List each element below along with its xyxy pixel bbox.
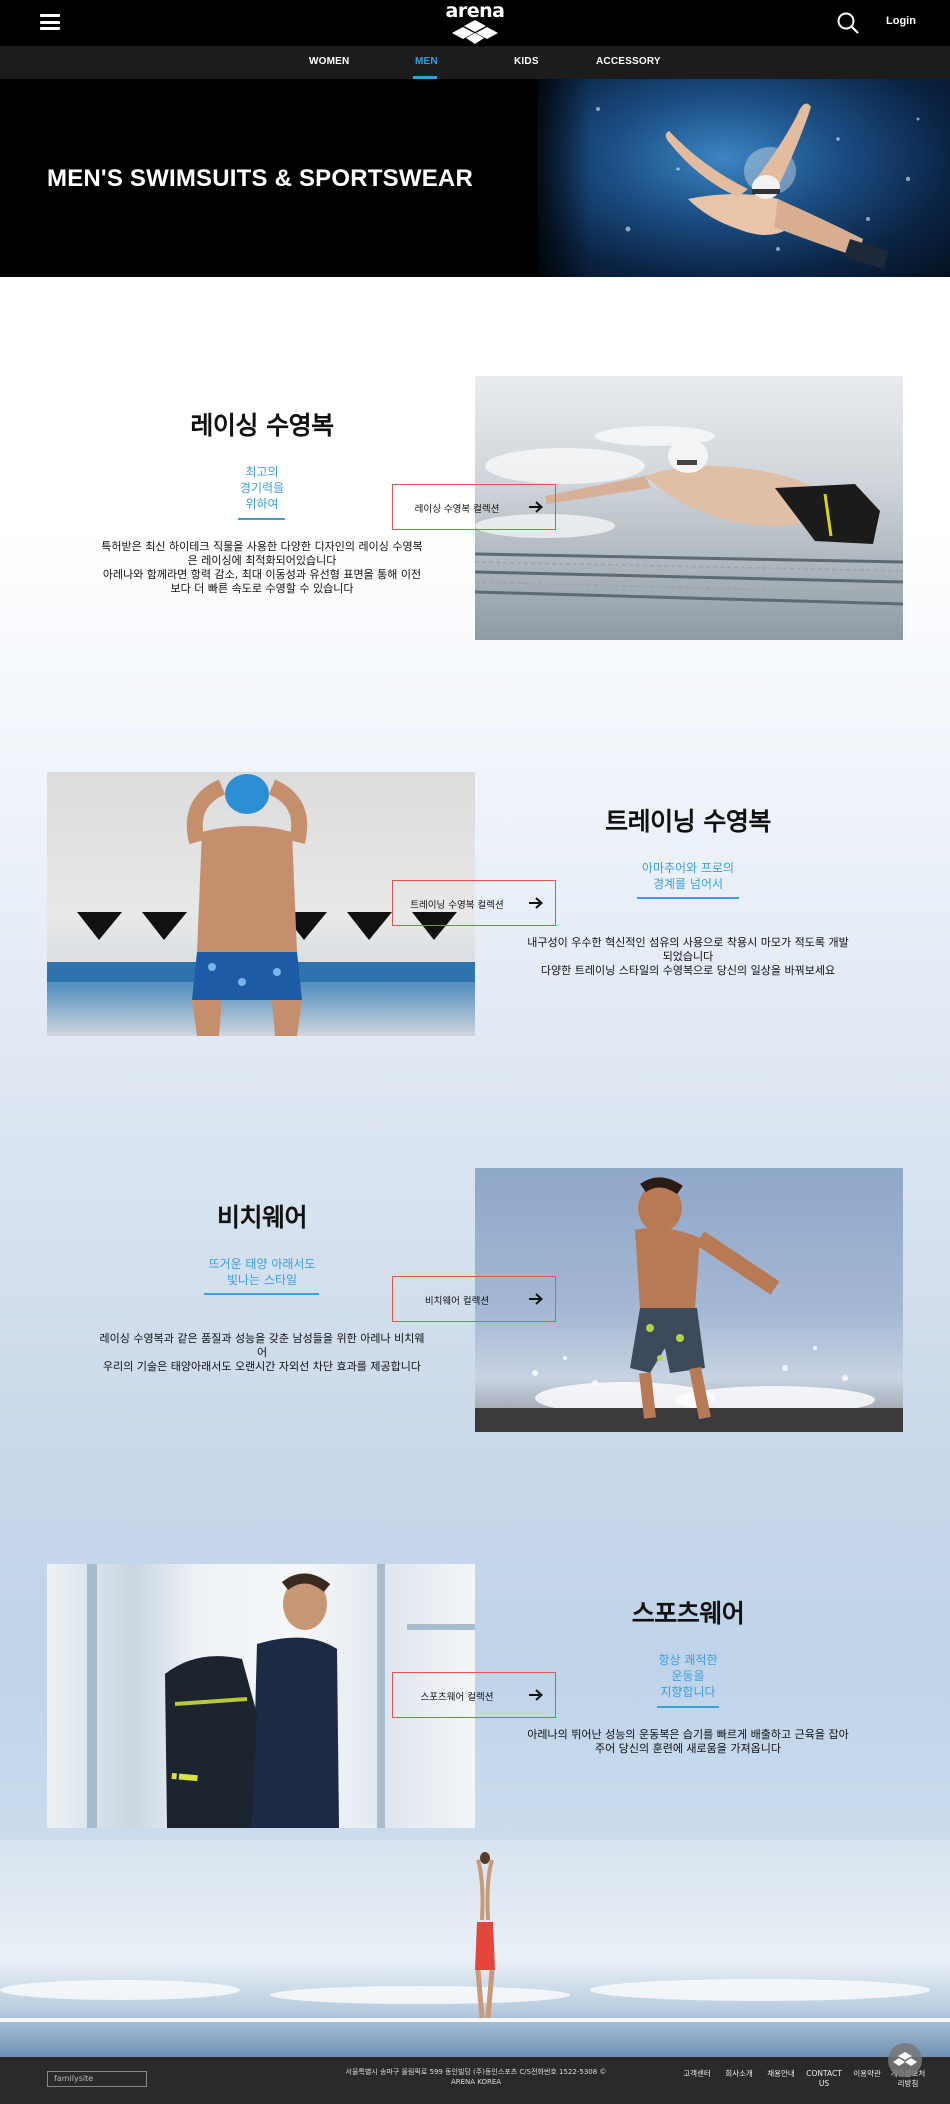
logo-diamond-icon [452,20,498,44]
arrow-right-icon [529,1689,543,1701]
page-title: MEN'S SWIMSUITS & SPORTSWEAR [47,165,473,192]
nav-accessory[interactable]: ACCESSORY [596,56,661,67]
section-description-beachwear: 레이싱 수영복과 같은 품질과 성능을 갖춘 남성들을 위한 아레나 비치웨 어… [99,1332,425,1373]
footer-link-customer-center[interactable]: 고객센터 [680,2069,714,2079]
footer-link-careers[interactable]: 채용안내 [764,2069,798,2079]
section-description-racing: 특허받은 최신 하이테크 직물을 사용한 다양한 디자인의 레이싱 수영복 은 … [101,540,423,595]
section-divider [657,1706,719,1708]
site-footer: familysite 서울특별시 송파구 올림픽로 599 동인빌딩 (주)동인… [0,2057,950,2104]
company-address: 서울특별시 송파구 올림픽로 599 동인빌딩 (주)동인스포츠 C/S전화번호… [345,2068,607,2086]
logo-text: arena [445,0,505,22]
scroll-top-button[interactable] [888,2043,922,2077]
login-link[interactable]: Login [886,15,916,27]
category-nav: WOMEN MEN KIDS ACCESSORY [0,46,950,79]
arrow-right-icon [529,897,543,909]
footer-link-contact[interactable]: CONTACT US [804,2069,844,2089]
racing-collection-button[interactable]: 레이싱 수영복 컬렉션 [392,484,556,530]
footer-link-terms[interactable]: 이용약관 [850,2069,884,2079]
hero-banner: MEN'S SWIMSUITS & SPORTSWEAR [0,79,950,277]
familysite-select[interactable]: familysite [47,2071,147,2087]
arrow-right-icon [529,1293,543,1305]
section-divider [238,518,285,520]
section-title-training: 트레이닝 수영복 [605,807,771,836]
arrow-right-icon [529,501,543,513]
header-bar: arena Login [0,0,950,46]
section-description-sportswear: 아레나의 뛰어난 성능의 운동복은 습기를 빠르게 배출하고 근육을 잡아 주어… [527,1728,849,1755]
brand-logo[interactable]: arena [440,0,510,46]
section-description-training: 내구성이 우수한 혁신적인 섬유의 사용으로 착용시 마모가 적도록 개발 되었… [527,936,849,977]
footer-link-about[interactable]: 회사소개 [722,2069,756,2079]
nav-men[interactable]: MEN [415,56,438,67]
beachwear-collection-button[interactable]: 비치웨어 컬렉션 [392,1276,556,1322]
section-title-beachwear: 비치웨어 [216,1203,308,1232]
section-subtitle-training: 아마추어와 프로의 경계를 넘어서 [641,861,735,891]
scroll-top-icon [893,2052,917,2066]
section-title-racing: 레이싱 수영복 [190,411,334,440]
diver-background-image [0,1840,950,2057]
section-subtitle-sportswear: 항상 쾌적한 운동을 지향합니다 [658,1653,718,1699]
menu-icon[interactable] [40,14,60,30]
search-icon[interactable] [836,11,860,35]
section-divider [204,1293,319,1295]
section-title-sportswear: 스포츠웨어 [631,1599,745,1628]
section-divider [637,897,739,899]
hero-swimmer-image [538,79,950,277]
sportswear-collection-button[interactable]: 스포츠웨어 컬렉션 [392,1672,556,1718]
section-subtitle-racing: 최고의 경기력을 위하여 [239,465,285,511]
nav-kids[interactable]: KIDS [514,56,539,67]
training-collection-button[interactable]: 트레이닝 수영복 컬렉션 [392,880,556,926]
nav-women[interactable]: WOMEN [309,56,349,67]
section-subtitle-beachwear: 뜨거운 태양 아래서도 빛나는 스타일 [208,1257,316,1287]
